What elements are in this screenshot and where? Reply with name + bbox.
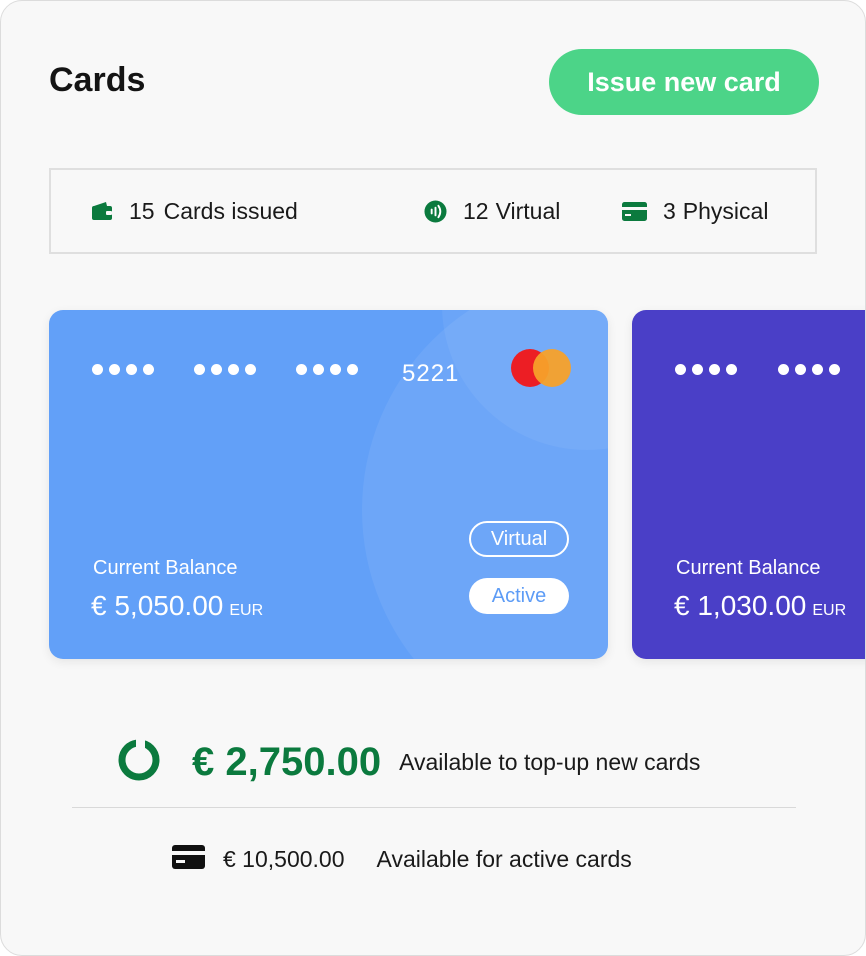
balance-value: € 1,030.00 [674, 590, 807, 621]
masked-digits [778, 364, 840, 375]
active-amount: € 10,500.00 [223, 845, 345, 872]
issue-new-card-button[interactable]: Issue new card [549, 49, 819, 115]
active-summary: € 10,500.00 Available for active cards [172, 839, 632, 879]
stat-count: 12 [463, 197, 489, 224]
topup-label: Available to top-up new cards [399, 748, 701, 775]
card-stats-bar: 15 Cards issued 12 Virtual 3 Physical [49, 168, 817, 254]
stat-physical: 3 Physical [622, 170, 768, 252]
credit-card-icon [172, 844, 205, 874]
stat-label: Virtual [495, 197, 561, 224]
page-title: Cards [49, 61, 146, 99]
currency-code: EUR [229, 602, 264, 619]
stat-count: 3 [663, 197, 676, 224]
progress-ring-icon [116, 736, 162, 788]
mastercard-logo-icon [511, 349, 573, 387]
stat-cards-issued: 15 Cards issued [91, 170, 298, 252]
currency-code: EUR [812, 602, 847, 619]
active-label: Available for active cards [376, 845, 632, 872]
stat-virtual: 12 Virtual [424, 170, 560, 252]
topup-summary: € 2,750.00 Available to top-up new cards [116, 736, 700, 788]
card-type-badge: Virtual [469, 521, 569, 557]
cards-panel: Cards Issue new card 15 Cards issued 12 … [0, 0, 866, 956]
balance-label: Current Balance [93, 557, 238, 579]
balance-label: Current Balance [676, 557, 821, 579]
masked-digits [92, 364, 154, 375]
card-status-badge: Active [469, 578, 569, 614]
card-icon [622, 201, 647, 221]
wallet-icon [91, 201, 113, 221]
card-item-virtual[interactable]: 5221 Current Balance € 5,050.00 EUR Virtu… [49, 310, 608, 659]
contactless-icon [424, 199, 447, 223]
balance-value: € 5,050.00 [91, 590, 224, 621]
balance-amount: € 5,050.00 EUR [91, 590, 263, 622]
masked-digits [675, 364, 737, 375]
balance-amount: € 1,030.00 EUR [674, 590, 846, 622]
topup-amount: € 2,750.00 [192, 739, 382, 784]
masked-digits [194, 364, 256, 375]
stat-count: 15 [129, 197, 155, 224]
card-item-secondary[interactable]: Current Balance € 1,030.00 EUR [632, 310, 865, 659]
card-last4: 5221 [402, 360, 460, 387]
stat-label: Physical [682, 197, 769, 224]
divider [72, 807, 796, 808]
masked-digits [296, 364, 358, 375]
stat-label: Cards issued [163, 197, 298, 224]
